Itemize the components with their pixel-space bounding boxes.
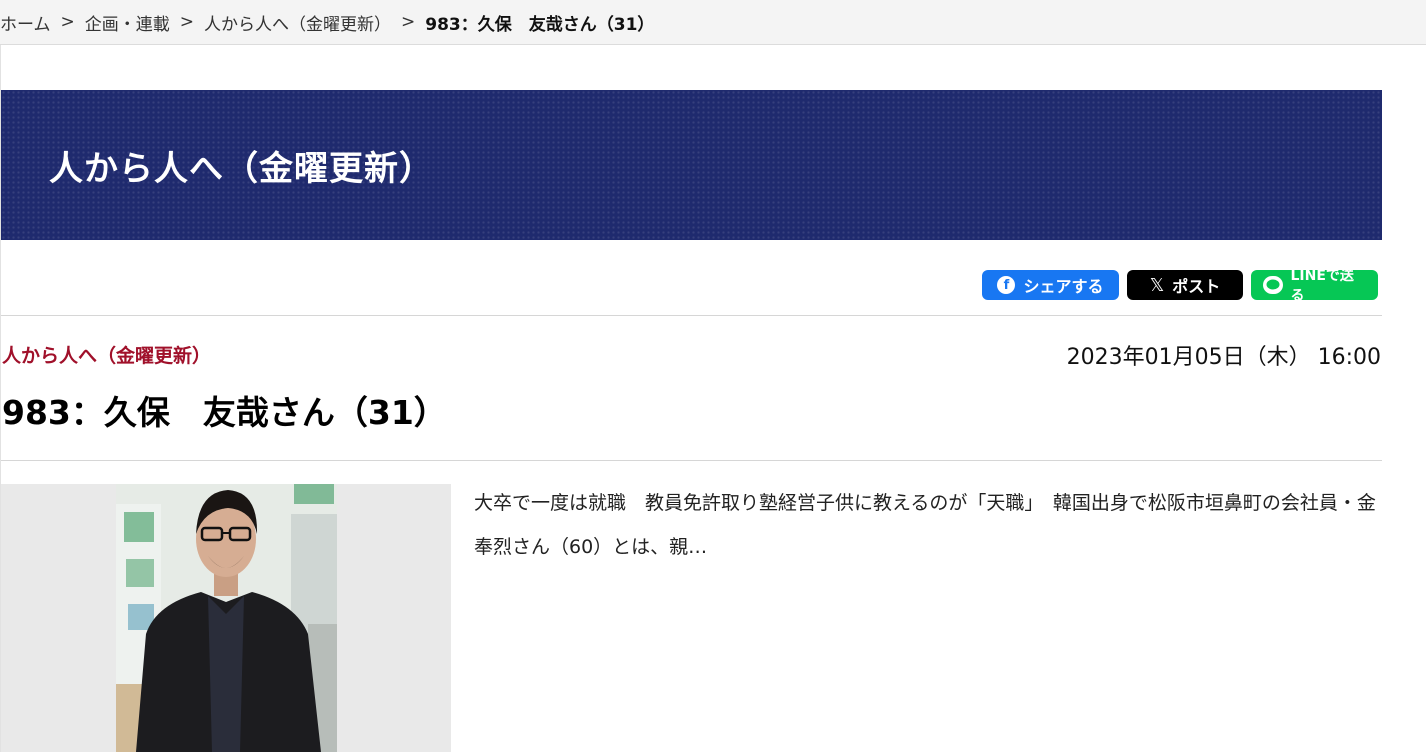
- x-logo-icon: 𝕏: [1149, 274, 1165, 296]
- article-excerpt: 大卒で一度は就職 教員免許取り塾経営子供に教えるのが「天職」 韓国出身で松阪市垣…: [474, 492, 1376, 558]
- facebook-share-label: シェアする: [1023, 277, 1104, 296]
- breadcrumb-feature-link[interactable]: 企画・連載: [85, 10, 170, 35]
- article-photo: [1, 484, 451, 752]
- article-date: 2023年01月05日（木） 16:00: [1066, 345, 1381, 370]
- divider-bottom: [1, 460, 1382, 461]
- breadcrumb-current: 983：久保 友哉さん（31）: [425, 14, 655, 35]
- breadcrumb: ホーム > 企画・連載 > 人から人へ（金曜更新） > 983：久保 友哉さん（…: [0, 0, 1426, 45]
- line-icon: [1263, 276, 1283, 294]
- portrait-photo: [116, 484, 337, 752]
- line-send-button[interactable]: LINEで送る: [1251, 268, 1378, 304]
- article-title: 983：久保 友哉さん（31）: [2, 393, 447, 432]
- x-post-button[interactable]: 𝕏 ポスト: [1127, 270, 1243, 300]
- breadcrumb-separator: >: [60, 12, 75, 32]
- share-buttons: f シェアする 𝕏 ポスト LINEで送る: [982, 268, 1378, 304]
- breadcrumb-home-link[interactable]: ホーム: [0, 10, 51, 35]
- x-post-label: ポスト: [1172, 277, 1221, 296]
- breadcrumb-series-link[interactable]: 人から人へ（金曜更新）: [204, 10, 391, 35]
- facebook-icon: f: [997, 276, 1016, 294]
- breadcrumb-separator: >: [179, 12, 194, 32]
- line-send-label: LINEで送る: [1290, 268, 1354, 304]
- divider-top: [1, 315, 1382, 316]
- breadcrumb-separator: >: [401, 12, 416, 32]
- facebook-share-button[interactable]: f シェアする: [982, 270, 1119, 300]
- series-banner: 人から人へ（金曜更新）: [1, 90, 1382, 240]
- banner-title: 人から人へ（金曜更新）: [49, 148, 434, 189]
- article-category-link[interactable]: 人から人へ（金曜更新）: [2, 341, 211, 368]
